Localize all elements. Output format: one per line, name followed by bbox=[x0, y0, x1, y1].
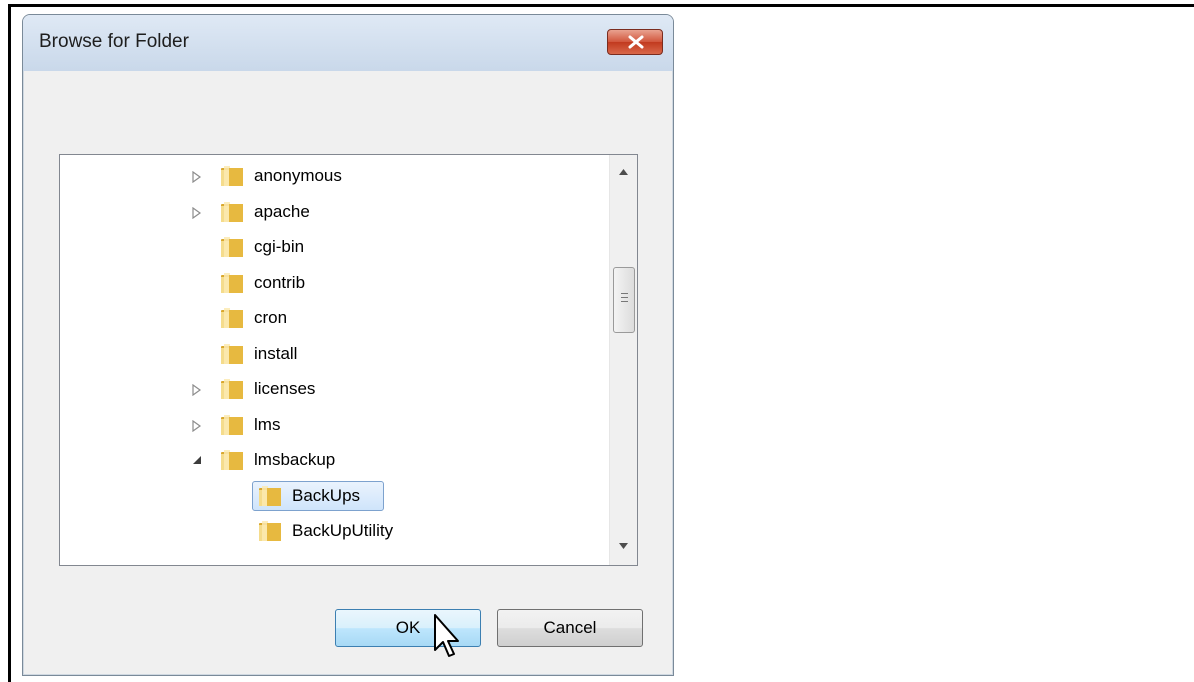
tree-item-lmsbackup[interactable]: lmsbackup bbox=[60, 443, 600, 477]
tree-item-label: lmsbackup bbox=[254, 450, 336, 469]
folder-tree-view[interactable]: anonymous apache cgi-bin contrib cron install… bbox=[59, 154, 638, 566]
folder-icon bbox=[220, 165, 244, 187]
cancel-button[interactable]: Cancel bbox=[497, 609, 643, 647]
mouse-pointer-icon bbox=[434, 614, 459, 657]
folder-icon bbox=[258, 485, 282, 507]
tree-item-label: cgi-bin bbox=[254, 237, 305, 256]
thumb-grip-line bbox=[621, 301, 628, 302]
screenshot-frame-left bbox=[8, 4, 11, 682]
tree-item-label: BackUpUtility bbox=[292, 521, 394, 540]
tree-item-anonymous[interactable]: anonymous bbox=[60, 159, 600, 193]
folder-icon bbox=[220, 378, 244, 400]
close-x-icon bbox=[628, 35, 644, 49]
folder-icon bbox=[220, 201, 244, 223]
scroll-thumb[interactable] bbox=[613, 267, 635, 333]
tree-item-contrib[interactable]: contrib bbox=[60, 266, 600, 300]
folder-icon bbox=[220, 343, 244, 365]
thumb-grip-line bbox=[621, 293, 628, 294]
tree-item-licenses[interactable]: licenses bbox=[60, 372, 600, 406]
tree-item-install[interactable]: install bbox=[60, 337, 600, 371]
scroll-up-button[interactable] bbox=[610, 159, 637, 187]
tree-item-label: cron bbox=[254, 308, 288, 327]
tree-item-label: apache bbox=[254, 201, 310, 221]
tree-item-label: licenses bbox=[254, 379, 316, 398]
expand-arrow-icon[interactable] bbox=[192, 372, 206, 406]
expand-arrow-icon[interactable] bbox=[192, 408, 206, 442]
tree-item-label: anonymous bbox=[254, 166, 342, 185]
tree-item-label: BackUps bbox=[292, 485, 361, 505]
tree-item-backuputility[interactable]: BackUpUtility bbox=[60, 514, 600, 548]
folder-icon bbox=[220, 307, 244, 329]
folder-icon bbox=[258, 520, 282, 542]
collapse-arrow-icon[interactable] bbox=[192, 443, 206, 477]
tree-item-cgi-bin[interactable]: cgi-bin bbox=[60, 230, 600, 264]
folder-icon bbox=[220, 272, 244, 294]
dialog-title: Browse for Folder bbox=[39, 31, 189, 52]
tree-item-cron[interactable]: cron bbox=[60, 301, 600, 335]
tree-item-backups[interactable]: BackUps bbox=[60, 479, 600, 513]
screenshot-frame-top bbox=[8, 4, 1194, 7]
scroll-up-arrow-icon bbox=[619, 169, 628, 175]
scroll-down-button[interactable] bbox=[610, 533, 637, 561]
tree-item-label: install bbox=[254, 343, 298, 363]
close-button[interactable] bbox=[607, 29, 663, 55]
tree-item-label: contrib bbox=[254, 272, 306, 292]
tree-item-apache[interactable]: apache bbox=[60, 195, 600, 229]
tree-item-label: lms bbox=[254, 414, 281, 434]
scroll-down-arrow-icon bbox=[619, 543, 628, 549]
tree-item-lms[interactable]: lms bbox=[60, 408, 600, 442]
title-bar[interactable]: Browse for Folder bbox=[23, 15, 673, 71]
vertical-scrollbar[interactable] bbox=[609, 155, 637, 565]
folder-icon bbox=[220, 449, 244, 471]
expand-arrow-icon[interactable] bbox=[192, 159, 206, 193]
folder-icon bbox=[220, 414, 244, 436]
folder-icon bbox=[220, 236, 244, 258]
expand-arrow-icon[interactable] bbox=[192, 195, 206, 229]
thumb-grip-line bbox=[621, 297, 628, 298]
